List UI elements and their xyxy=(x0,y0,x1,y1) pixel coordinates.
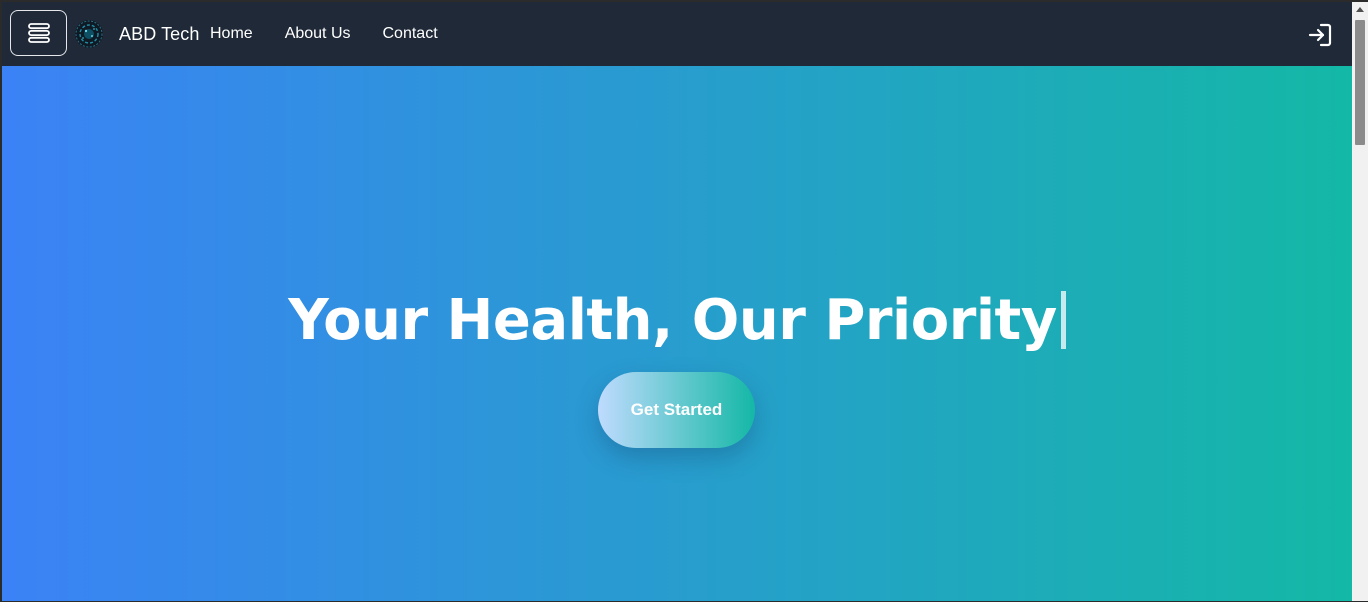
navbar: ABD Tech Home About Us Contact xyxy=(2,2,1352,66)
browser-viewport: ABD Tech Home About Us Contact Your Heal… xyxy=(0,0,1368,602)
get-started-button[interactable]: Get Started xyxy=(598,372,755,448)
nav-link-contact[interactable]: Contact xyxy=(383,22,438,46)
nav-link-about-us[interactable]: About Us xyxy=(285,22,351,46)
scroll-up-arrow-icon[interactable] xyxy=(1356,7,1364,12)
brand-name[interactable]: ABD Tech xyxy=(119,22,200,46)
vertical-scrollbar[interactable] xyxy=(1352,2,1368,601)
typing-caret xyxy=(1060,291,1066,349)
menu-icon xyxy=(27,23,50,43)
hero-section: Your Health, Our Priority Get Started xyxy=(2,66,1352,601)
menu-toggle-button[interactable] xyxy=(10,10,67,56)
hero-title: Your Health, Our Priority xyxy=(288,288,1057,353)
scrollbar-thumb[interactable] xyxy=(1355,20,1365,145)
nav-link-home[interactable]: Home xyxy=(210,22,253,46)
nav-links: Home About Us Contact xyxy=(210,22,438,46)
logo-icon[interactable] xyxy=(74,19,104,49)
hero-title-wrapper: Your Health, Our Priority xyxy=(2,286,1352,356)
login-icon[interactable] xyxy=(1307,22,1333,48)
